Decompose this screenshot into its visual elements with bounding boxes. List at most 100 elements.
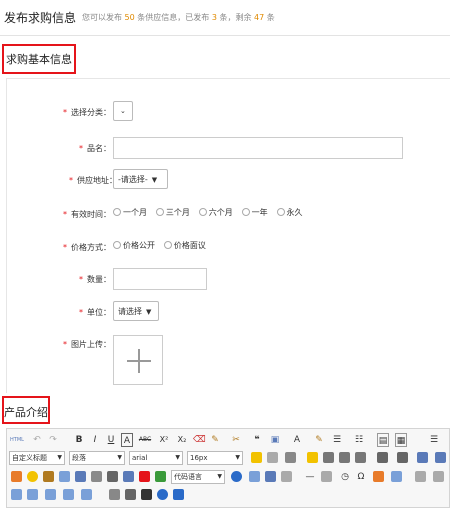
radio-six-months[interactable]: 六个月 (198, 207, 233, 218)
preview-icon[interactable] (125, 489, 136, 500)
name-label: * 品名： (79, 144, 111, 153)
align-justify-icon[interactable] (355, 452, 366, 463)
split-cells-icon[interactable] (81, 489, 92, 500)
merge-right-icon[interactable] (45, 489, 56, 500)
frame-icon[interactable] (155, 471, 166, 482)
image-icon[interactable] (11, 471, 22, 482)
custom-heading-select[interactable]: 自定义标题 ▼ (9, 451, 65, 465)
paragraph-select[interactable]: 段落 ▼ (69, 451, 125, 465)
map-icon[interactable] (123, 471, 134, 482)
insert-col-icon[interactable] (11, 489, 22, 500)
unit-row: * 单位： 请选择 ▼ (7, 301, 450, 325)
strikethrough-button[interactable]: ABC (137, 433, 153, 447)
validity-row: * 有效时间： 一个月 三个月 六个月 一年 永久 (7, 204, 450, 228)
supply-address-select[interactable]: -请选择- ▼ (113, 169, 168, 189)
time-icon[interactable]: ◷ (339, 470, 351, 484)
toolbar-row-1: HTML ↶ ↷ B I U A ABC X² X₂ ⌫ ✎ ✂ ❝ ▣ A ✎… (7, 431, 450, 449)
quota-suffix: 条 (266, 13, 275, 22)
subscript-button[interactable]: X₂ (175, 433, 189, 447)
merge-cells-icon[interactable] (27, 489, 38, 500)
undo-button[interactable]: ↶ (31, 433, 43, 447)
select-all-icon[interactable]: ▤ (377, 433, 389, 447)
attachment-icon[interactable] (107, 471, 118, 482)
gmap-icon[interactable] (139, 471, 150, 482)
case-upper-icon[interactable] (377, 452, 388, 463)
radio-icon (113, 208, 121, 216)
name-input[interactable] (113, 137, 403, 159)
music-icon[interactable] (91, 471, 102, 482)
emoticon-icon[interactable] (27, 471, 38, 482)
indent-icon[interactable] (285, 452, 296, 463)
caret-down-icon: ▼ (146, 308, 152, 316)
date-icon[interactable] (321, 471, 332, 482)
image-upload-button[interactable] (113, 335, 163, 385)
italic-button[interactable]: I (89, 433, 101, 447)
font-family-select[interactable]: arial ▼ (129, 451, 183, 465)
page-title: 发布求购信息 (4, 11, 77, 25)
radio-one-year[interactable]: 一年 (241, 207, 268, 218)
html-source-button[interactable]: HTML (9, 433, 25, 447)
line-height-icon[interactable]: ☰ (427, 433, 441, 447)
bold-button[interactable]: B (73, 433, 85, 447)
drafts-icon[interactable] (173, 489, 184, 500)
superscript-button[interactable]: X² (157, 433, 171, 447)
caret-down-icon: ▼ (217, 473, 222, 480)
radio-three-months[interactable]: 三个月 (155, 207, 190, 218)
table-icon[interactable] (415, 471, 426, 482)
merge-down-icon[interactable] (63, 489, 74, 500)
align-center-icon[interactable] (323, 452, 334, 463)
image-upload-row: * 图片上传： (7, 335, 450, 391)
radio-price-public[interactable]: 价格公开 (113, 240, 155, 251)
toolbar-row-2: 自定义标题 ▼ 段落 ▼ arial ▼ 16px ▼ (7, 449, 450, 467)
category-select[interactable]: ⌄ (113, 101, 133, 121)
print-icon[interactable] (109, 489, 120, 500)
radio-icon (113, 241, 121, 249)
help-icon[interactable] (157, 489, 168, 500)
insert-row-icon[interactable] (433, 471, 444, 482)
paste-plain-icon[interactable]: ▣ (269, 433, 281, 447)
link-icon[interactable] (417, 452, 428, 463)
clear-doc-icon[interactable]: ▦ (395, 433, 407, 447)
radio-price-negotiable[interactable]: 价格面议 (163, 240, 206, 251)
auto-format-icon[interactable]: ✂ (227, 433, 245, 447)
radio-one-month[interactable]: 一个月 (113, 207, 147, 218)
search-replace-icon[interactable] (141, 489, 152, 500)
page-break-icon[interactable] (281, 471, 292, 482)
unlink-icon[interactable] (435, 452, 446, 463)
quantity-input[interactable] (113, 268, 207, 290)
eraser-icon[interactable]: ⌫ (193, 433, 206, 447)
redo-button[interactable]: ↷ (47, 433, 59, 447)
radio-icon (241, 208, 250, 216)
font-size-select[interactable]: 16px ▼ (187, 451, 243, 465)
horizontal-line-icon[interactable]: — (303, 470, 317, 484)
template-icon[interactable] (231, 471, 242, 482)
insert-image-icon[interactable] (59, 471, 70, 482)
align-left-icon[interactable] (307, 452, 318, 463)
quota-mid2: 条，剩余 (219, 13, 252, 22)
ordered-list-icon[interactable]: ☰ (331, 433, 343, 447)
special-char-icon[interactable]: Ω (355, 470, 367, 484)
blockquote-icon[interactable]: ❝ (251, 433, 263, 447)
video-icon[interactable] (75, 471, 86, 482)
code-language-select[interactable]: 代码语言 ▼ (171, 470, 225, 484)
anchor-icon[interactable] (391, 471, 402, 482)
insert-frame-icon[interactable] (265, 471, 276, 482)
format-brush-icon[interactable]: ✎ (209, 433, 221, 447)
font-border-button[interactable]: A (121, 433, 133, 447)
underline-button[interactable]: U (105, 433, 117, 447)
highlight-color-icon[interactable]: ✎ (311, 433, 327, 447)
caret-down-icon: ▼ (151, 176, 158, 184)
font-color-button[interactable]: A (289, 433, 305, 447)
rtl-direction-icon[interactable] (267, 452, 278, 463)
align-right-icon[interactable] (339, 452, 350, 463)
radio-permanent[interactable]: 永久 (276, 207, 303, 218)
quota-text: 您可以发布 50 条供应信息，已发布 3 条，剩余 47 条 (82, 12, 275, 23)
unordered-list-icon[interactable]: ☷ (353, 433, 365, 447)
ltr-direction-icon[interactable] (251, 452, 262, 463)
wordimage-icon[interactable] (373, 471, 384, 482)
case-lower-icon[interactable] (397, 452, 408, 463)
scrawl-icon[interactable] (43, 471, 54, 482)
unit-select[interactable]: 请选择 ▼ (113, 301, 159, 321)
rich-text-editor-toolbar: HTML ↶ ↷ B I U A ABC X² X₂ ⌫ ✎ ✂ ❝ ▣ A ✎… (6, 428, 450, 508)
background-icon[interactable] (249, 471, 260, 482)
